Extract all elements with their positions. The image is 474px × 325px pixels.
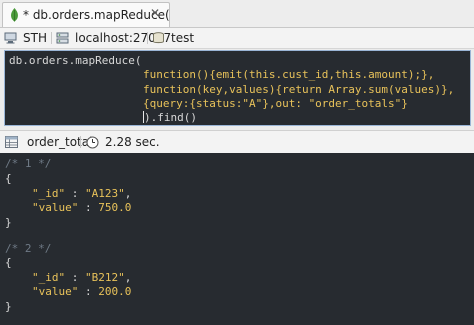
divider [80, 136, 81, 148]
execution-time-item: 2.28 sec. [86, 135, 160, 149]
code-line-3: function(key,values){return Array.sum(va… [143, 82, 455, 96]
results-output[interactable]: /* 1 */ { "_id" : "A123", "value" : 750.… [0, 153, 474, 325]
editor-line: ).find() [9, 111, 470, 125]
result-collection-item[interactable]: order_totals [5, 135, 99, 149]
mongodb-leaf-icon [11, 8, 18, 22]
connection-name: STH [23, 31, 47, 45]
code-line-2: function(){emit(this.cust_id,this.amount… [143, 68, 435, 82]
clock-icon [86, 136, 99, 148]
code-line-4: {query:{status:"A"},out: "order_totals"} [143, 96, 408, 110]
query-tab[interactable]: * db.orders.mapReduce( ✕ [2, 2, 170, 27]
tab-strip: * db.orders.mapReduce( ✕ [0, 0, 474, 28]
editor-line: {query:{status:"A"},out: "order_totals"} [9, 97, 470, 111]
results-bar: order_totals 2.28 sec. [0, 130, 474, 154]
field-value: "A123" [85, 187, 125, 200]
editor-line: function(key,values){return Array.sum(va… [9, 83, 470, 97]
query-editor[interactable]: db.orders.mapReduce( function(){emit(thi… [4, 50, 471, 126]
field-key: "value" [32, 201, 79, 214]
document-open-brace: { [5, 172, 12, 185]
connection-name-item[interactable]: STH [4, 31, 47, 45]
document-field-value: "value" : 200.0 [32, 285, 132, 298]
connection-bar: STH localhost:27017 test [0, 28, 474, 49]
field-value: 200.0 [98, 285, 132, 298]
editor-line: db.orders.mapReduce( [9, 54, 470, 68]
table-icon [5, 136, 18, 148]
field-value: "B212" [85, 271, 125, 284]
field-key: "_id" [32, 271, 66, 284]
database-name: test [171, 31, 195, 45]
field-key: "value" [32, 285, 79, 298]
database-item[interactable]: test [152, 31, 194, 45]
code-line-1: db.orders.mapReduce( [9, 54, 142, 67]
field-key: "_id" [32, 187, 66, 200]
computer-icon [4, 32, 17, 44]
document-field-id: "_id" : "A123", [32, 187, 132, 200]
code-line-5: ).find() [144, 111, 197, 125]
field-value: 750.0 [98, 201, 132, 214]
document-close-brace: } [5, 216, 12, 229]
document-close-brace: } [5, 300, 12, 313]
divider [147, 32, 148, 44]
close-icon[interactable]: ✕ [149, 7, 161, 19]
server-icon [56, 32, 69, 44]
database-icon [153, 32, 164, 44]
document-comment: /* 1 */ [5, 157, 52, 170]
document-field-id: "_id" : "B212", [32, 271, 132, 284]
tab-title: * db.orders.mapReduce( [23, 8, 170, 22]
execution-time: 2.28 sec. [105, 135, 160, 149]
document-comment: /* 2 */ [5, 242, 52, 255]
document-open-brace: { [5, 256, 12, 269]
document-field-value: "value" : 750.0 [32, 201, 132, 214]
editor-line: function(){emit(this.cust_id,this.amount… [9, 68, 470, 82]
divider [51, 32, 52, 44]
